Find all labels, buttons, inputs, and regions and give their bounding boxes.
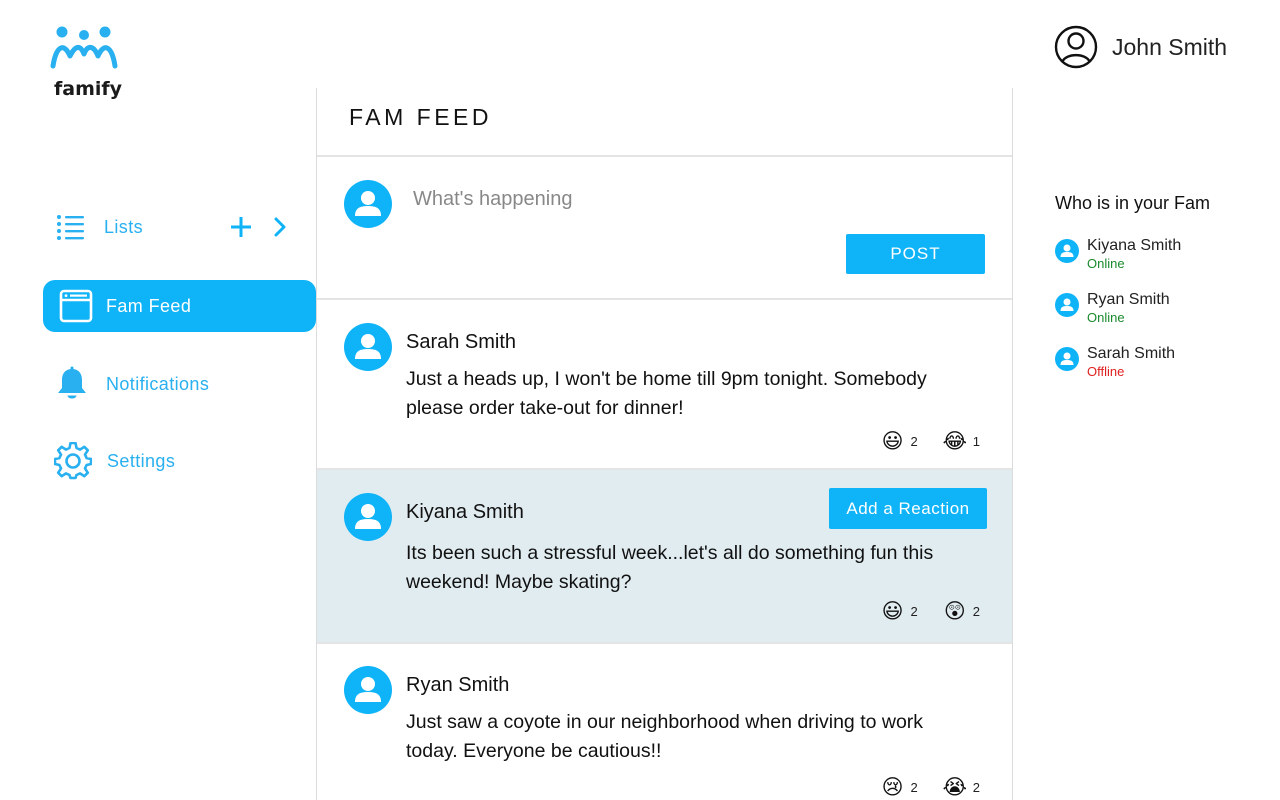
smiley-emoji-icon: 😃 bbox=[881, 429, 904, 453]
post-author[interactable]: Kiyana Smith bbox=[406, 501, 524, 524]
fam-member[interactable]: Sarah Smith Offline bbox=[1055, 345, 1255, 381]
post-text: Just a heads up, I won't be home till 9p… bbox=[406, 368, 927, 419]
avatar bbox=[344, 493, 392, 541]
bell-icon bbox=[56, 366, 88, 402]
fam-member[interactable]: Kiyana Smith Online bbox=[1055, 237, 1255, 273]
tears-of-joy-emoji-icon: 😂 bbox=[942, 429, 968, 453]
logo-text: famify bbox=[54, 78, 123, 100]
reaction-astonished[interactable]: 😲 2 bbox=[942, 599, 980, 623]
person-icon bbox=[355, 677, 381, 702]
sidebar-item-label: Notifications bbox=[106, 373, 210, 394]
fam-member-name: Sarah Smith bbox=[1087, 345, 1176, 362]
status-text: Online bbox=[1087, 256, 1125, 271]
famify-logo[interactable]: famify bbox=[50, 24, 123, 104]
reaction-count: 2 bbox=[972, 779, 980, 795]
smiley-emoji-icon: 😃 bbox=[881, 599, 904, 623]
person-icon bbox=[1060, 244, 1074, 257]
gear-icon bbox=[54, 442, 92, 480]
crying-emoji-icon: 😢 bbox=[881, 775, 904, 799]
post-composer-input[interactable] bbox=[413, 188, 953, 211]
browser-window-icon bbox=[59, 289, 93, 323]
reaction-crying[interactable]: 😢 2 bbox=[880, 775, 918, 799]
post-author[interactable]: Ryan Smith bbox=[406, 674, 509, 697]
avatar bbox=[344, 323, 392, 371]
sidebar-item-notifications[interactable]: Notifications bbox=[56, 358, 306, 410]
fam-member-name: Kiyana Smith bbox=[1087, 237, 1182, 254]
post-author[interactable]: Sarah Smith bbox=[406, 331, 516, 354]
post-text: Its been such a stressful week...let's a… bbox=[406, 542, 934, 593]
sidebar-item-label: Lists bbox=[104, 216, 144, 237]
status-text: Online bbox=[1087, 310, 1125, 325]
avatar bbox=[1055, 347, 1079, 371]
feed-post: Sarah Smith Just a heads up, I won't be … bbox=[317, 300, 1012, 468]
reactions: 😃 2 😂 1 bbox=[856, 429, 980, 453]
post-button[interactable]: POST bbox=[846, 234, 985, 274]
sidebar-item-label: Fam Feed bbox=[106, 295, 192, 316]
reaction-tears-of-joy[interactable]: 😂 1 bbox=[942, 429, 980, 453]
person-icon bbox=[355, 191, 381, 216]
sobbing-emoji-icon: 😭 bbox=[942, 775, 968, 799]
person-icon bbox=[355, 504, 381, 529]
reaction-smiley[interactable]: 😃 2 bbox=[880, 429, 918, 453]
feed-post: Kiyana Smith Add a Reaction Its been suc… bbox=[317, 470, 1012, 642]
reactions: 😢 2 😭 2 bbox=[856, 775, 980, 799]
chevron-right-icon[interactable] bbox=[274, 217, 286, 241]
sidebar-item-fam-feed[interactable]: Fam Feed bbox=[43, 280, 316, 332]
user-name: John Smith bbox=[1112, 33, 1228, 60]
reactions: 😃 2 😲 2 bbox=[856, 599, 980, 623]
person-icon bbox=[355, 334, 381, 359]
add-reaction-button[interactable]: Add a Reaction bbox=[829, 488, 987, 529]
person-icon bbox=[1060, 352, 1074, 365]
reaction-count: 2 bbox=[910, 433, 918, 449]
reaction-count: 1 bbox=[972, 433, 980, 449]
reaction-count: 2 bbox=[910, 779, 918, 795]
reaction-sobbing[interactable]: 😭 2 bbox=[942, 775, 980, 799]
fam-member-name: Ryan Smith bbox=[1087, 291, 1170, 308]
user-circle-icon bbox=[1054, 25, 1098, 69]
astonished-emoji-icon: 😲 bbox=[943, 599, 966, 623]
sidebar-item-lists[interactable]: Lists bbox=[56, 201, 306, 253]
feed-post: Ryan Smith Just saw a coyote in our neig… bbox=[317, 644, 1012, 800]
reaction-count: 2 bbox=[910, 603, 918, 619]
page-title: FAM FEED bbox=[349, 104, 493, 130]
fam-member[interactable]: Ryan Smith Online bbox=[1055, 291, 1255, 327]
fam-section-title: Who is in your Fam bbox=[1055, 193, 1211, 213]
divider bbox=[317, 155, 1012, 157]
post-text: Just saw a coyote in our neighborhood wh… bbox=[406, 711, 924, 762]
family-logo-icon bbox=[50, 26, 118, 69]
person-icon bbox=[1060, 298, 1074, 311]
list-icon bbox=[56, 214, 86, 240]
plus-icon[interactable] bbox=[230, 216, 252, 242]
avatar bbox=[344, 180, 392, 228]
user-profile[interactable]: John Smith bbox=[1054, 24, 1227, 70]
reaction-smiley[interactable]: 😃 2 bbox=[880, 599, 918, 623]
sidebar-item-settings[interactable]: Settings bbox=[54, 435, 304, 487]
avatar bbox=[344, 666, 392, 714]
sidebar-item-label: Settings bbox=[107, 450, 176, 471]
avatar bbox=[1055, 293, 1079, 317]
avatar bbox=[1055, 239, 1079, 263]
reaction-count: 2 bbox=[972, 603, 980, 619]
status-text: Offline bbox=[1087, 364, 1125, 379]
feed-column: FAM FEED POST Sarah Smith Just a heads u… bbox=[316, 88, 1013, 800]
